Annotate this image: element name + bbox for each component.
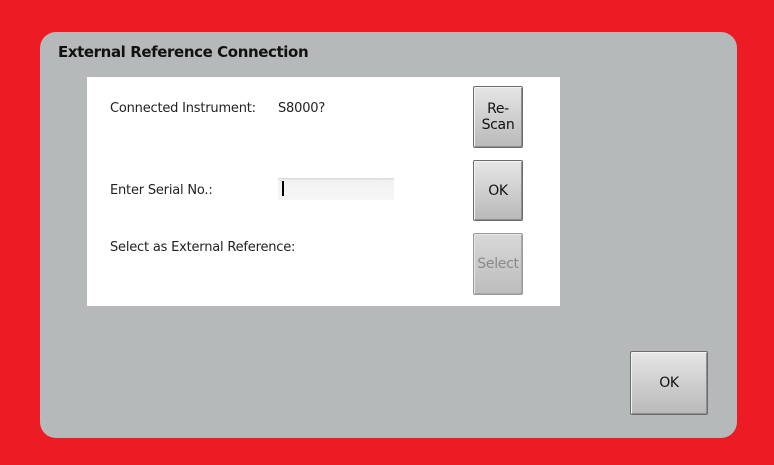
select-button[interactable]: Select xyxy=(473,233,523,295)
text-caret xyxy=(282,181,284,196)
dialog-title: External Reference Connection xyxy=(58,43,309,61)
serial-number-input[interactable] xyxy=(278,178,394,200)
serial-number-label: Enter Serial No.: xyxy=(110,183,213,198)
external-reference-dialog: External Reference Connection Connected … xyxy=(40,32,737,438)
select-external-reference-label: Select as External Reference: xyxy=(110,240,296,255)
serial-ok-button[interactable]: OK xyxy=(473,160,523,221)
connected-instrument-value: S8000? xyxy=(278,101,326,116)
dialog-ok-button[interactable]: OK xyxy=(630,351,708,415)
rescan-button[interactable]: Re-Scan xyxy=(473,86,523,148)
connected-instrument-label: Connected Instrument: xyxy=(110,101,256,116)
screen-background: External Reference Connection Connected … xyxy=(0,0,774,465)
